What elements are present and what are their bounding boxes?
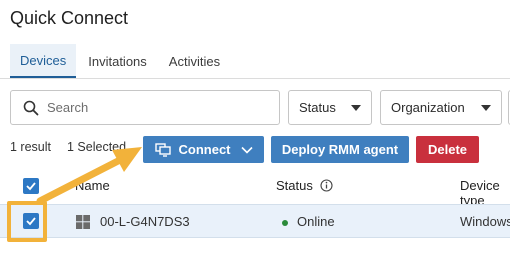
device-status: Online (297, 214, 335, 229)
select-all-checkbox[interactable] (23, 178, 39, 194)
deploy-button-label: Deploy RMM agent (281, 142, 399, 157)
selected-count: 1 Selected (67, 140, 127, 154)
table-header: Name Status Device type (0, 172, 510, 208)
delete-button[interactable]: Delete (416, 136, 479, 163)
tab-invitations[interactable]: Invitations (78, 44, 157, 78)
connect-button-label: Connect (178, 142, 231, 157)
organization-filter-label: Organization (391, 100, 465, 115)
status-filter-label: Status (299, 100, 336, 115)
column-header-name[interactable]: Name (75, 178, 110, 193)
caret-down-icon (481, 104, 491, 111)
caret-down-icon (351, 104, 361, 111)
connect-button[interactable]: Connect (143, 136, 264, 163)
windows-icon (76, 215, 90, 229)
tab-devices[interactable]: Devices (10, 44, 77, 78)
table-row[interactable]: 00-L-G4N7DS3 Online Windows (0, 204, 510, 238)
device-name[interactable]: 00-L-G4N7DS3 (100, 214, 190, 229)
checkmark-icon (26, 182, 36, 191)
search-input[interactable] (47, 100, 247, 115)
action-toolbar: 1 result 1 Selected Connect Deploy RMM a… (0, 135, 510, 163)
delete-button-label: Delete (427, 142, 468, 157)
search-box[interactable] (10, 90, 280, 125)
result-count: 1 result (10, 140, 51, 154)
organization-filter[interactable]: Organization (380, 90, 502, 125)
checkbox-highlight-box (7, 201, 47, 242)
search-icon (23, 100, 39, 115)
column-header-status[interactable]: Status (276, 178, 313, 193)
deploy-rmm-agent-button[interactable]: Deploy RMM agent (271, 136, 409, 163)
device-type: Windows (460, 214, 510, 229)
tab-bar: Devices Invitations Activities (10, 44, 230, 78)
chevron-down-icon (240, 146, 253, 154)
tab-activities[interactable]: Activities (159, 44, 230, 78)
info-icon[interactable] (320, 179, 333, 192)
status-filter[interactable]: Status (288, 90, 372, 125)
page-title: Quick Connect (10, 8, 129, 28)
online-status-dot (282, 220, 288, 226)
tabs-divider (0, 78, 510, 79)
monitor-icon (154, 142, 171, 157)
